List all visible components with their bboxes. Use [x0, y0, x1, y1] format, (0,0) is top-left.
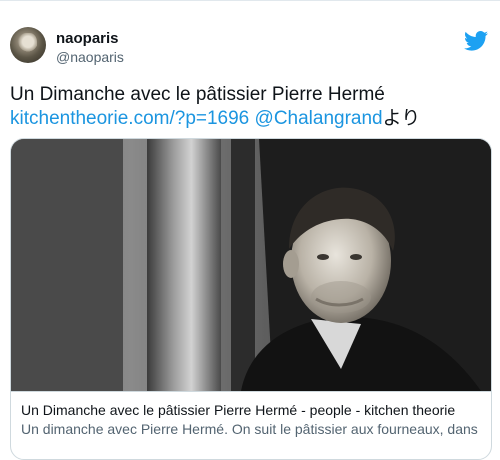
avatar[interactable]	[10, 27, 46, 63]
tweet-text: Un Dimanche avec le pâtissier Pierre Her…	[10, 83, 490, 131]
top-divider	[0, 0, 500, 1]
card-body[interactable]: Un Dimanche avec le pâtissier Pierre Her…	[11, 391, 491, 459]
portrait-photo-icon	[11, 139, 491, 391]
card-title[interactable]: Un Dimanche avec le pâtissier Pierre Her…	[21, 402, 455, 418]
display-name[interactable]: naoparis	[56, 30, 119, 47]
tweet-header: naoparis @naoparis	[10, 27, 490, 71]
user-handle[interactable]: @naoparis	[56, 49, 124, 65]
tweet-suffix: より	[382, 108, 421, 129]
twitter-bird-icon[interactable]	[464, 31, 488, 51]
tweet-text-line: Un Dimanche avec le pâtissier Pierre Her…	[10, 84, 385, 105]
mention-link[interactable]: @Chalangrand	[255, 108, 383, 129]
tweet-url-link[interactable]: kitchentheorie.com/?p=1696	[10, 108, 249, 129]
card-image[interactable]	[11, 139, 491, 391]
link-preview-card[interactable]: Un Dimanche avec le pâtissier Pierre Her…	[10, 138, 492, 460]
tweet-text-links: kitchentheorie.com/?p=1696 @Chalangrandよ…	[10, 107, 490, 131]
card-description[interactable]: Un dimanche avec Pierre Hermé. On suit l…	[21, 421, 478, 437]
